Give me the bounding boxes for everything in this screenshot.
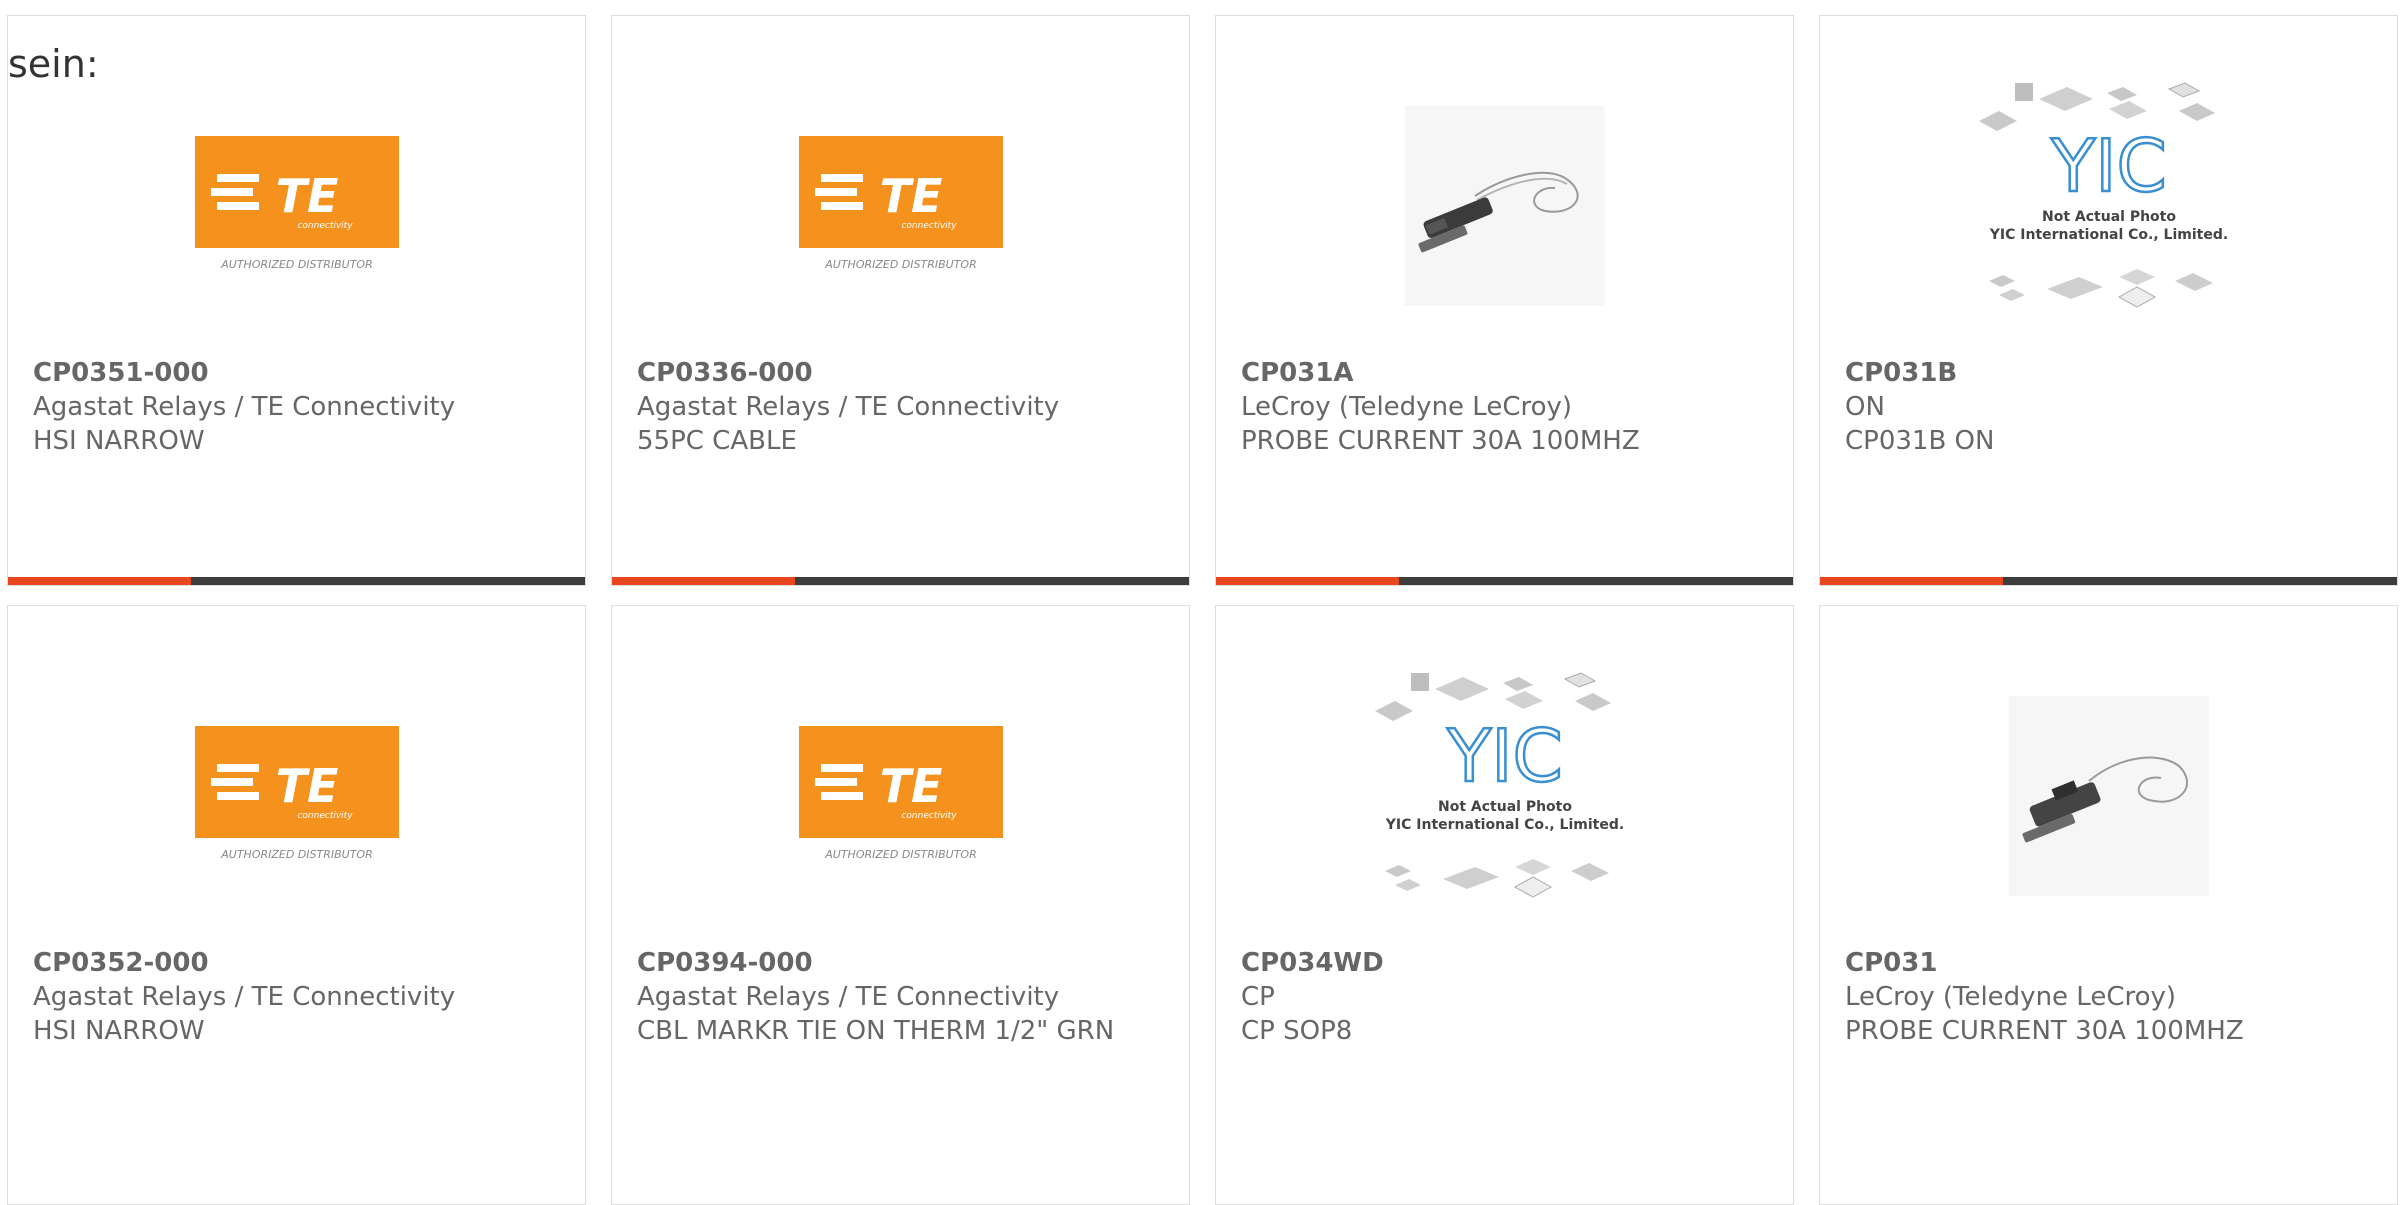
manufacturer: Agastat Relays / TE Connectivity (637, 982, 1060, 1012)
svg-text:Not Actual Photo: Not Actual Photo (2042, 209, 2176, 225)
svg-text:YIC International Co., Limited: YIC International Co., Limited. (1384, 817, 1623, 833)
description: PROBE CURRENT 30A 100MHZ (1845, 1016, 2244, 1046)
part-number-link[interactable]: CP0352-000 (33, 946, 565, 980)
description: HSI NARROW (33, 426, 205, 456)
svg-text:connectivity: connectivity (901, 811, 957, 821)
product-card[interactable]: TE connectivity AUTHORIZED DISTRIBUTOR C… (611, 15, 1190, 586)
svg-text:connectivity: connectivity (297, 811, 353, 821)
te-logo-image[interactable]: TE connectivity AUTHORIZED DISTRIBUTOR (8, 656, 585, 936)
description: CP031B ON (1845, 426, 1995, 456)
part-number-link[interactable]: CP034WD (1241, 946, 1773, 980)
part-number-link[interactable]: CP031B (1845, 356, 2377, 390)
yic-placeholder-image[interactable]: YIC Not Actual Photo YIC International C… (1216, 656, 1793, 936)
svg-text:YIC: YIC (1446, 714, 1563, 798)
product-card[interactable]: TE connectivity AUTHORIZED DISTRIBUTOR C… (7, 15, 586, 586)
svg-text:Not Actual Photo: Not Actual Photo (1438, 799, 1572, 815)
svg-text:YIC: YIC (2050, 124, 2167, 208)
part-number-link[interactable]: CP0394-000 (637, 946, 1169, 980)
manufacturer: Agastat Relays / TE Connectivity (637, 392, 1060, 422)
description: CP SOP8 (1241, 1016, 1353, 1046)
part-number-link[interactable]: CP0351-000 (33, 356, 565, 390)
card-bottom-bar (1820, 577, 2397, 585)
manufacturer: Agastat Relays / TE Connectivity (33, 392, 456, 422)
svg-text:AUTHORIZED DISTRIBUTOR: AUTHORIZED DISTRIBUTOR (220, 848, 373, 861)
card-bottom-bar (612, 577, 1189, 585)
svg-text:TE: TE (879, 759, 942, 813)
product-card[interactable]: CP031 LeCroy (Teledyne LeCroy) PROBE CUR… (1819, 605, 2398, 1205)
svg-text:connectivity: connectivity (297, 221, 353, 231)
part-number-link[interactable]: CP031A (1241, 356, 1773, 390)
card-bottom-bar (1216, 577, 1793, 585)
product-card[interactable]: TE connectivity AUTHORIZED DISTRIBUTOR C… (7, 605, 586, 1205)
product-card[interactable]: TE connectivity AUTHORIZED DISTRIBUTOR C… (611, 605, 1190, 1205)
svg-text:TE: TE (879, 169, 942, 223)
product-card[interactable]: YIC Not Actual Photo YIC International C… (1819, 15, 2398, 586)
part-number-link[interactable]: CP0336-000 (637, 356, 1169, 390)
svg-text:TE: TE (275, 169, 338, 223)
yic-placeholder-image[interactable]: YIC Not Actual Photo YIC International C… (1820, 66, 2397, 346)
svg-text:AUTHORIZED DISTRIBUTOR: AUTHORIZED DISTRIBUTOR (824, 258, 977, 271)
manufacturer: Agastat Relays / TE Connectivity (33, 982, 456, 1012)
te-logo-image[interactable]: TE connectivity AUTHORIZED DISTRIBUTOR (8, 66, 585, 346)
current-probe-photo[interactable] (1216, 66, 1793, 346)
current-probe-photo[interactable] (1820, 656, 2397, 936)
svg-text:YIC International Co., Limited: YIC International Co., Limited. (1988, 227, 2227, 243)
product-card[interactable]: YIC Not Actual Photo YIC International C… (1215, 605, 1794, 1205)
te-logo-image[interactable]: TE connectivity AUTHORIZED DISTRIBUTOR (612, 66, 1189, 346)
description: 55PC CABLE (637, 426, 797, 456)
manufacturer: CP (1241, 982, 1275, 1012)
card-bottom-bar (8, 577, 585, 585)
te-logo-image[interactable]: TE connectivity AUTHORIZED DISTRIBUTOR (612, 656, 1189, 936)
part-number-link[interactable]: CP031 (1845, 946, 2377, 980)
description: CBL MARKR TIE ON THERM 1/2" GRN (637, 1016, 1115, 1046)
intro-text: sein: (8, 42, 99, 86)
svg-text:AUTHORIZED DISTRIBUTOR: AUTHORIZED DISTRIBUTOR (824, 848, 977, 861)
product-card[interactable]: CP031A LeCroy (Teledyne LeCroy) PROBE CU… (1215, 15, 1794, 586)
svg-text:TE: TE (275, 759, 338, 813)
manufacturer: LeCroy (Teledyne LeCroy) (1845, 982, 2177, 1012)
manufacturer: LeCroy (Teledyne LeCroy) (1241, 392, 1573, 422)
product-grid: TE connectivity AUTHORIZED DISTRIBUTOR C… (0, 0, 2400, 1205)
manufacturer: ON (1845, 392, 1885, 422)
svg-text:connectivity: connectivity (901, 221, 957, 231)
svg-text:AUTHORIZED DISTRIBUTOR: AUTHORIZED DISTRIBUTOR (220, 258, 373, 271)
description: HSI NARROW (33, 1016, 205, 1046)
description: PROBE CURRENT 30A 100MHZ (1241, 426, 1640, 456)
